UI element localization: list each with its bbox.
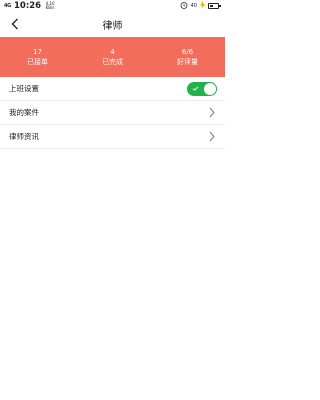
battery-percent: 40 [190,3,197,9]
stat-value: 17 [33,48,42,56]
signal-indicator: 4G [4,3,11,9]
on-duty-label: 上班设置 [9,84,39,93]
page-title: 律师 [102,20,123,32]
alarm-icon [180,1,188,11]
chevron-right-icon [207,107,217,119]
list-item-on-duty: 上班设置 [0,77,225,101]
list-item-lawyer-news[interactable]: 律师资讯 [0,125,225,149]
battery-icon [208,3,221,9]
stat-completed[interactable]: 4 已完成 [75,37,150,77]
stats-banner: 17 已接单 4 已完成 6/6 好评量 [0,37,225,77]
stat-rating[interactable]: 6/6 好评量 [150,37,225,77]
status-time: 10:26 [13,1,42,11]
my-cases-label: 我的案件 [9,108,39,117]
list-item-my-cases[interactable]: 我的案件 [0,101,225,125]
on-duty-toggle[interactable] [187,81,217,96]
stat-label: 已完成 [102,58,123,66]
status-bar: 4G 10:26 4.10 KB/s 40 [0,0,225,12]
status-bar-right: 40 [180,1,221,11]
back-arrow-icon [11,18,18,30]
lawyer-news-label: 律师资讯 [9,132,39,141]
settings-list: 上班设置 我的案件 律师资讯 [0,77,225,149]
nav-bar: 律师 [0,12,225,36]
network-speed: 4.10 KB/s [45,1,55,10]
toggle-knob [204,82,216,95]
chevron-right-icon [207,131,217,143]
charging-icon [200,1,205,11]
stat-accepted[interactable]: 17 已接单 [0,37,75,77]
stat-label: 好评量 [177,58,198,66]
stat-value: 6/6 [181,48,194,56]
check-icon [192,85,199,91]
stat-label: 已接单 [27,58,48,66]
stat-value: 4 [110,48,115,56]
back-button[interactable] [8,17,22,31]
status-bar-left: 4G 10:26 4.10 KB/s [4,1,56,11]
